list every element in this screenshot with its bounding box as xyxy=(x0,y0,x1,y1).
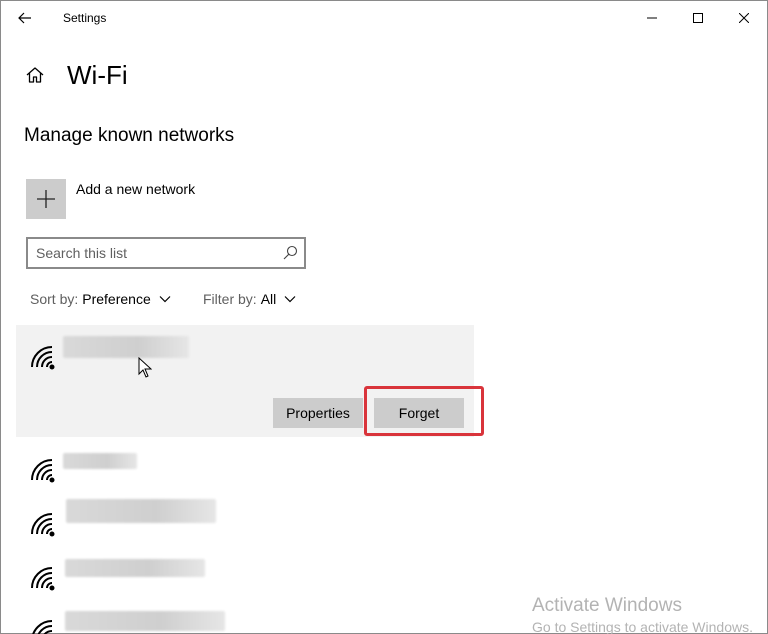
watermark-subtitle: Go to Settings to activate Windows. xyxy=(532,619,753,634)
network-name-obscured xyxy=(63,453,137,469)
add-tile[interactable] xyxy=(26,179,66,219)
filter-dropdown[interactable]: Filter by: All xyxy=(203,291,296,307)
mouse-cursor-icon xyxy=(138,357,152,378)
close-button[interactable] xyxy=(721,1,767,35)
wifi-secured-icon xyxy=(31,459,55,483)
plus-icon xyxy=(37,190,55,208)
network-name-obscured xyxy=(65,611,225,631)
search-box[interactable] xyxy=(26,237,306,269)
network-item[interactable] xyxy=(16,499,474,555)
network-name-obscured xyxy=(66,499,216,523)
search-input[interactable] xyxy=(36,244,276,262)
activation-watermark: Activate Windows Go to Settings to activ… xyxy=(532,595,753,634)
properties-button[interactable]: Properties xyxy=(273,398,363,428)
close-icon xyxy=(739,13,749,23)
network-item[interactable] xyxy=(16,609,474,634)
sort-label: Sort by: xyxy=(30,291,79,307)
wifi-secured-icon xyxy=(32,620,53,634)
chevron-down-icon xyxy=(159,296,171,303)
minimize-button[interactable] xyxy=(629,1,675,35)
home-icon[interactable] xyxy=(23,63,47,87)
search-icon[interactable] xyxy=(282,245,298,261)
minimize-icon xyxy=(647,17,657,19)
wifi-secured-icon xyxy=(31,567,55,591)
forget-button[interactable]: Forget xyxy=(374,398,464,428)
app-title: Settings xyxy=(63,11,107,25)
network-name-obscured xyxy=(65,559,205,577)
wifi-secured-icon xyxy=(31,513,55,537)
wifi-secured-icon xyxy=(31,346,55,370)
section-title: Manage known networks xyxy=(24,125,235,146)
maximize-icon xyxy=(693,13,703,23)
watermark-title: Activate Windows xyxy=(532,595,682,616)
title-bar: Settings xyxy=(1,1,767,35)
arrow-left-icon xyxy=(18,12,31,24)
chevron-down-icon xyxy=(284,296,296,303)
page-header: Wi-Fi xyxy=(23,57,128,93)
filter-label: Filter by: xyxy=(203,291,257,307)
sort-value: Preference xyxy=(82,291,151,307)
network-item[interactable] xyxy=(16,555,474,611)
add-network-button[interactable]: Add a new network xyxy=(26,179,195,219)
filter-value: All xyxy=(260,291,277,307)
page-title: Wi-Fi xyxy=(67,60,128,90)
network-name-obscured xyxy=(63,336,189,358)
maximize-button[interactable] xyxy=(675,1,721,35)
back-button[interactable] xyxy=(11,5,39,31)
sort-dropdown[interactable]: Sort by: Preference xyxy=(30,291,171,307)
network-item[interactable] xyxy=(16,447,474,503)
add-network-label: Add a new network xyxy=(76,181,196,197)
